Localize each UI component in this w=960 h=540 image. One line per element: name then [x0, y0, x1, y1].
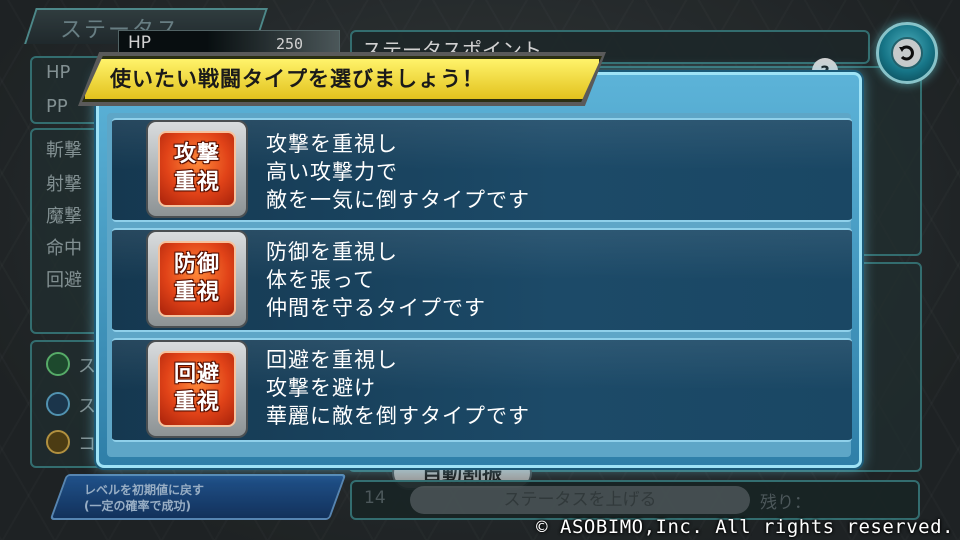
- evasion-desc-line-3: 華麗に敵を倒すタイプです: [266, 404, 530, 428]
- attack-desc-line-1: 攻撃を重視し: [266, 132, 398, 156]
- attack-type-badge: 攻撃 重視: [158, 131, 236, 207]
- defense-type-badge: 防御 重視: [158, 241, 236, 317]
- evasion-icon-line-2: 重視: [173, 390, 220, 415]
- evasion-icon-line-1: 回避: [173, 362, 220, 387]
- attack-icon-line-1: 攻撃: [173, 142, 220, 167]
- defense-description: 防御を重視し 体を張って 仲間を守るタイプです: [266, 238, 486, 322]
- evasion-type-badge: 回避 重視: [158, 351, 236, 427]
- attack-desc-line-2: 高い攻撃力で: [266, 160, 398, 184]
- defense-desc-line-2: 体を張って: [266, 268, 375, 292]
- dialog-title: 使いたい戦闘タイプを選びましょう！: [110, 67, 484, 91]
- defense-desc-line-1: 防御を重視し: [266, 240, 398, 264]
- evasion-desc-line-1: 回避を重視し: [266, 348, 398, 372]
- defense-desc-line-3: 仲間を守るタイプです: [266, 296, 486, 320]
- evasion-type-icon[interactable]: 回避 重視: [146, 340, 248, 438]
- attack-desc-line-3: 敵を一気に倒すタイプです: [266, 188, 530, 212]
- attack-type-icon[interactable]: 攻撃 重視: [146, 120, 248, 218]
- evasion-desc-line-2: 攻撃を避け: [266, 376, 376, 400]
- evasion-description: 回避を重視し 攻撃を避け 華麗に敵を倒すタイプです: [266, 346, 530, 430]
- defense-type-icon[interactable]: 防御 重視: [146, 230, 248, 328]
- defense-icon-line-2: 重視: [173, 280, 220, 305]
- defense-icon-line-1: 防御: [173, 252, 220, 277]
- attack-description: 攻撃を重視し 高い攻撃力で 敵を一気に倒すタイプです: [266, 130, 530, 214]
- copyright-notice: © ASOBIMO,Inc. All rights reserved.: [536, 516, 954, 538]
- attack-icon-line-2: 重視: [173, 170, 220, 195]
